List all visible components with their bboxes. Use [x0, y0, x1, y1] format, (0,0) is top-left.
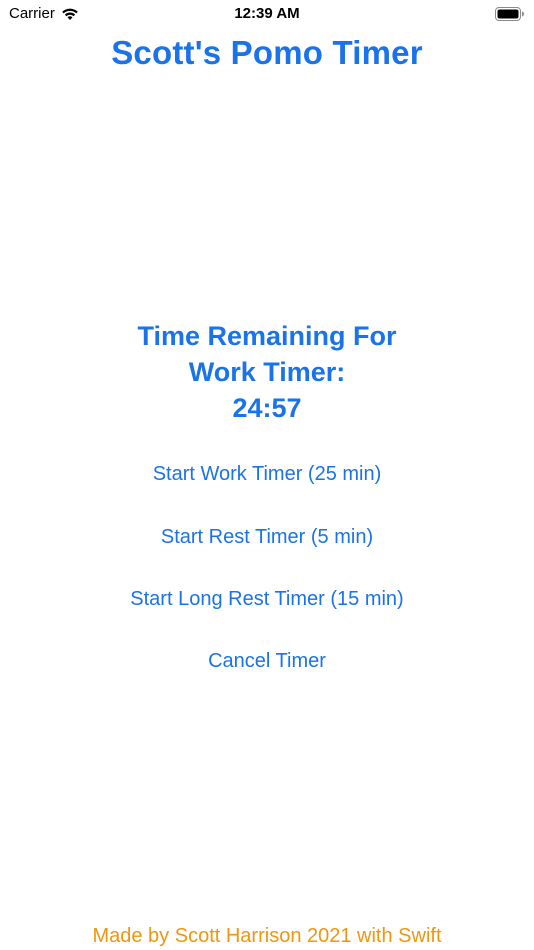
status-time: 12:39 AM [234, 5, 300, 22]
timer-display: Time Remaining For Work Timer: 24:57 [0, 318, 534, 426]
footer-credit: Made by Scott Harrison 2021 with Swift [92, 925, 442, 947]
timer-remaining-value: 24:57 [232, 393, 302, 423]
app-title: Scott's Pomo Timer [111, 34, 423, 71]
timer-label-line2: Work Timer: [188, 357, 346, 387]
battery-icon [495, 7, 524, 21]
status-bar: Carrier 12:39 AM [0, 0, 534, 28]
start-long-rest-timer-button[interactable]: Start Long Rest Timer (15 min) [0, 588, 534, 611]
timer-label-line1: Time Remaining For [137, 321, 397, 351]
cancel-timer-button[interactable]: Cancel Timer [0, 650, 534, 673]
start-work-timer-button[interactable]: Start Work Timer (25 min) [0, 463, 534, 486]
start-rest-timer-button[interactable]: Start Rest Timer (5 min) [0, 526, 534, 549]
